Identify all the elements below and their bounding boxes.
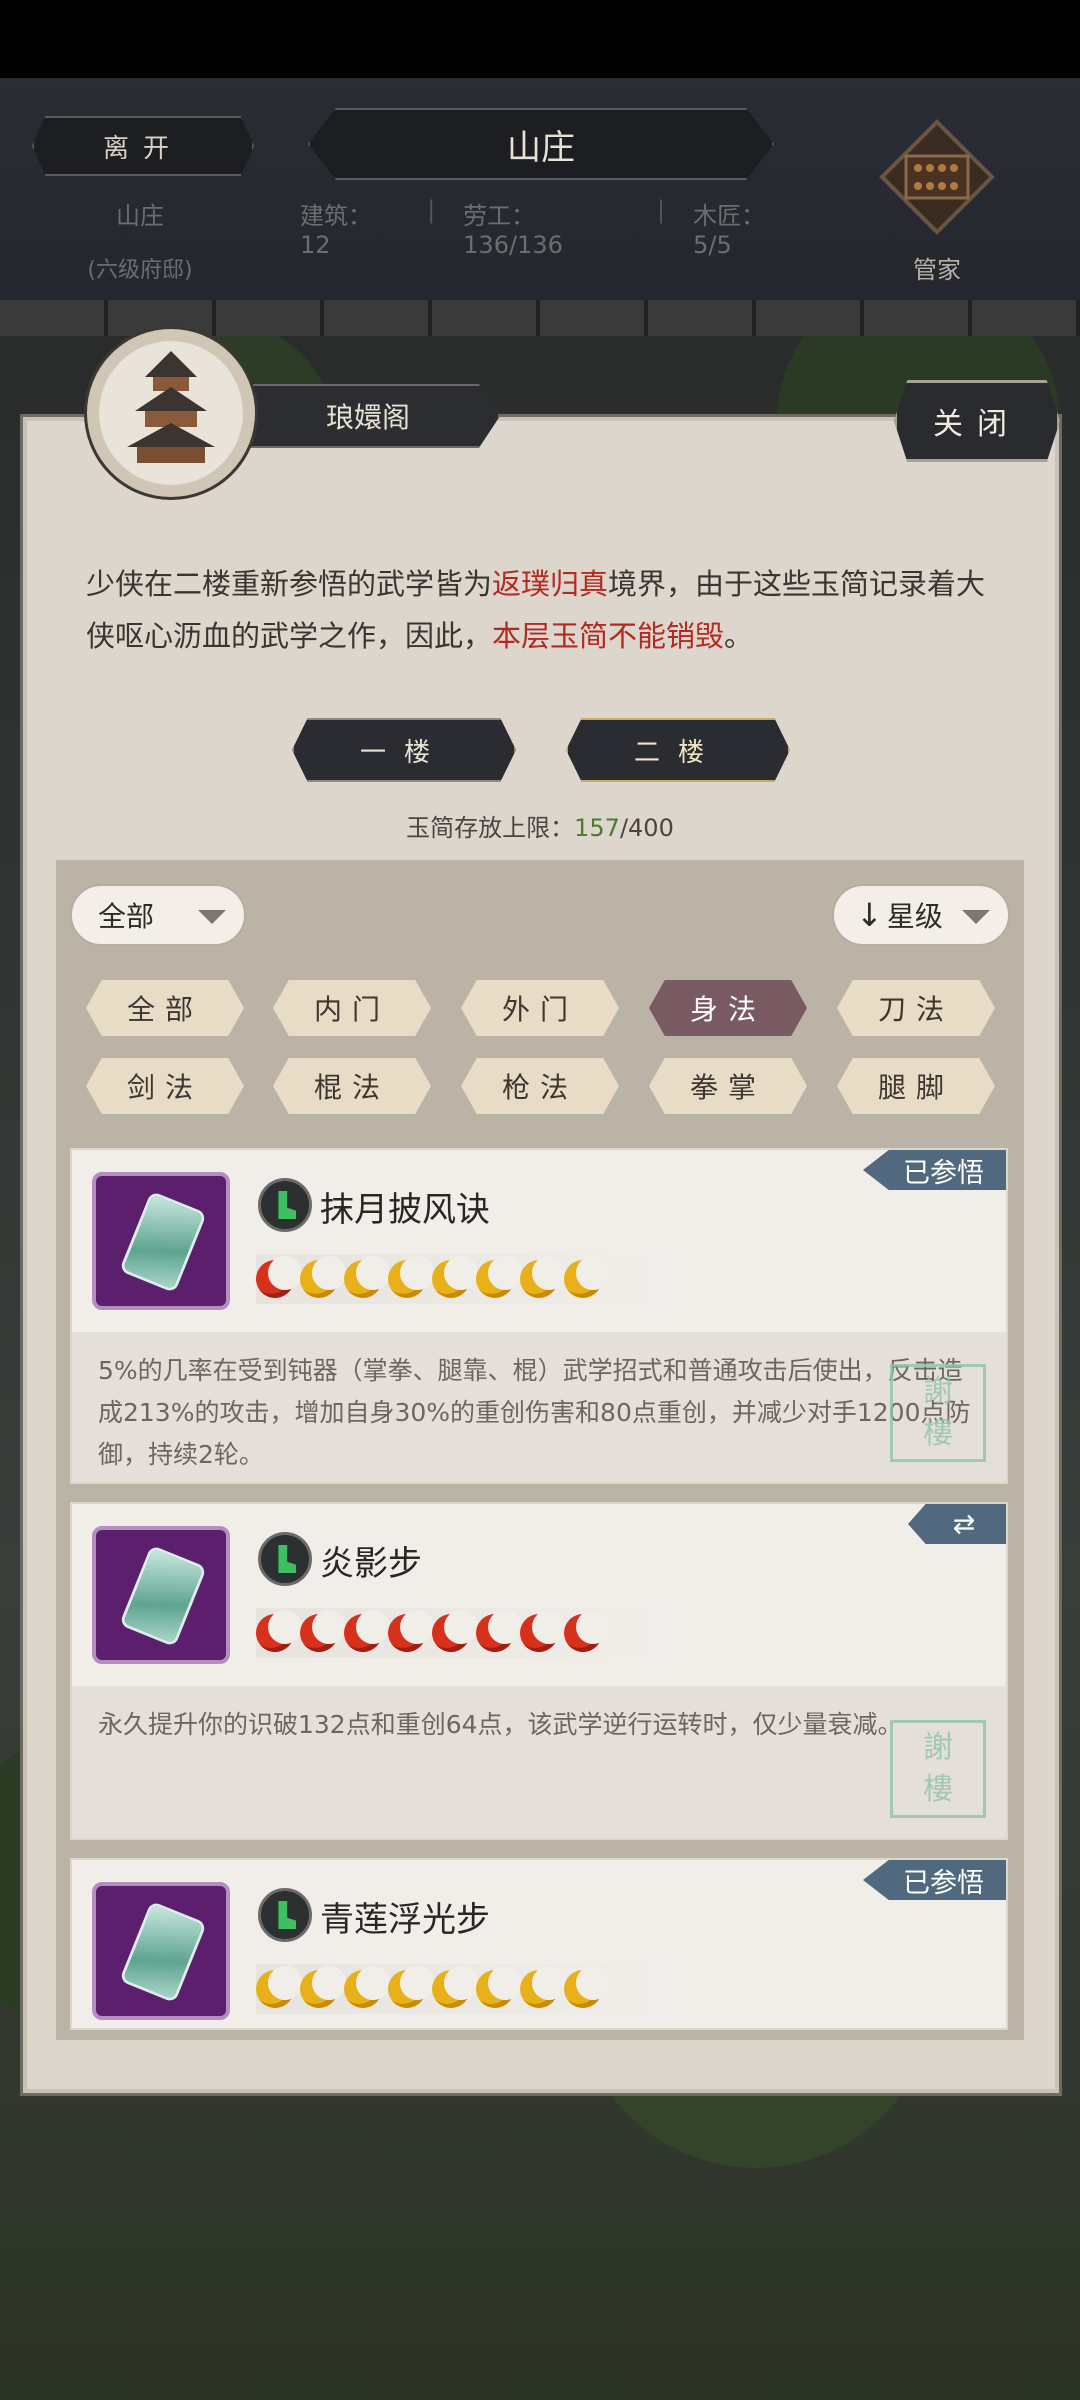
skill-card[interactable]: 抹月披风诀 已参悟 5%的几率在受到钝器（掌拳、腿靠、棍）武学招式和普通攻击后使… [70, 1148, 1008, 1484]
skill-description: 永久提升你的识破132点和重创64点，该武学逆行运转时，仅少量衰减。 謝樓 [72, 1686, 1006, 1838]
panel-title: 琅嬛阁 [236, 384, 500, 448]
gold-moon-star-icon [520, 1256, 566, 1298]
manor-stats: 建筑：12 | 劳工：136/136 | 木匠：5/5 [300, 196, 800, 259]
movement-type-icon [258, 1532, 312, 1586]
seal-stamp-icon: 謝樓 [890, 1364, 986, 1462]
gold-moon-star-icon [476, 1256, 522, 1298]
jade-slip-icon [92, 1172, 230, 1310]
jade-slip-icon [92, 1526, 230, 1664]
jade-slip-icon [92, 1882, 230, 2020]
skill-name: 青莲浮光步 [320, 1900, 490, 1940]
chevron-down-icon [962, 910, 990, 924]
storage-capacity: 玉简存放上限：157/400 [406, 814, 674, 842]
status-bar [0, 0, 1080, 78]
sort-dropdown[interactable]: ↓ 星级 [832, 884, 1010, 946]
gold-moon-star-icon [344, 1256, 390, 1298]
red-moon-star-icon [388, 1610, 434, 1652]
category-chip[interactable]: 刀法 [837, 980, 995, 1036]
abacus-icon[interactable] [878, 118, 996, 236]
stat-carpenters: 木匠：5/5 [693, 202, 766, 259]
movement-type-icon [258, 1888, 312, 1942]
seal-stamp-icon: 謝樓 [890, 1720, 986, 1818]
category-chip-active[interactable]: 身法 [649, 980, 807, 1036]
sort-arrow-icon: ↓ [856, 896, 883, 934]
stat-buildings: 建筑：12 [300, 202, 372, 259]
red-moon-star-icon [476, 1610, 522, 1652]
gold-moon-star-icon [432, 1966, 478, 2008]
skill-description: 5%的几率在受到钝器（掌拳、腿靠、棍）武学招式和普通攻击后使出，反击造成213%… [72, 1332, 1006, 1482]
star-rating [256, 1964, 676, 2014]
location-rank: (六级府邸) [87, 258, 193, 283]
red-moon-star-icon [344, 1610, 390, 1652]
movement-type-icon [258, 1178, 312, 1232]
skill-card[interactable]: 炎影步 ⇄ 永久提升你的识破132点和重创64点，该武学逆行运转时，仅少量衰减。… [70, 1502, 1008, 1840]
skill-name: 炎影步 [320, 1544, 422, 1584]
chevron-down-icon [198, 910, 226, 924]
category-chip[interactable]: 外门 [461, 980, 619, 1036]
category-chip[interactable]: 腿脚 [837, 1058, 995, 1114]
floor-2-tab[interactable]: 二楼 [566, 718, 790, 782]
star-rating [256, 1608, 676, 1658]
star-rating [256, 1254, 676, 1304]
pavilion-icon [84, 326, 258, 500]
stat-laborers: 劳工：136/136 [463, 202, 563, 259]
floor-1-tab[interactable]: 一楼 [292, 718, 516, 782]
location-name: 山庄 [116, 202, 164, 230]
gold-moon-star-icon [300, 1256, 346, 1298]
gold-moon-star-icon [564, 1966, 610, 2008]
leave-button[interactable]: 离开 [32, 116, 254, 176]
gold-moon-star-icon [476, 1966, 522, 2008]
gold-moon-star-icon [432, 1256, 478, 1298]
floor-description: 少侠在二楼重新参悟的武学皆为返璞归真境界，由于这些玉简记录着大侠呕心沥血的武学之… [86, 567, 986, 653]
category-chip[interactable]: 棍法 [273, 1058, 431, 1114]
swap-icon[interactable]: ⇄ [908, 1504, 1006, 1544]
gold-moon-star-icon [520, 1966, 566, 2008]
learned-tag: 已参悟 [863, 1150, 1006, 1190]
steward-label[interactable]: 管家 [878, 250, 996, 285]
skill-card[interactable]: 青莲浮光步 已参悟 [70, 1858, 1008, 2030]
gold-moon-star-icon [256, 1966, 302, 2008]
category-chip[interactable]: 拳掌 [649, 1058, 807, 1114]
category-chip[interactable]: 内门 [273, 980, 431, 1036]
learned-tag: 已参悟 [863, 1860, 1006, 1900]
type-filter-dropdown[interactable]: 全部 [70, 884, 246, 946]
red-moon-star-icon [432, 1610, 478, 1652]
gold-moon-star-icon [388, 1256, 434, 1298]
gold-moon-star-icon [300, 1966, 346, 2008]
red-moon-star-icon [520, 1610, 566, 1652]
red-moon-star-icon [256, 1256, 302, 1298]
category-chip[interactable]: 全部 [86, 980, 244, 1036]
red-moon-star-icon [564, 1610, 610, 1652]
location-title: 山庄 [308, 108, 774, 180]
red-moon-star-icon [300, 1610, 346, 1652]
close-button[interactable]: 关闭 [894, 380, 1060, 462]
skill-name: 抹月披风诀 [320, 1190, 490, 1230]
red-moon-star-icon [256, 1610, 302, 1652]
gold-moon-star-icon [344, 1966, 390, 2008]
category-chip[interactable]: 枪法 [461, 1058, 619, 1114]
gold-moon-star-icon [564, 1256, 610, 1298]
category-chip[interactable]: 剑法 [86, 1058, 244, 1114]
gold-moon-star-icon [388, 1966, 434, 2008]
